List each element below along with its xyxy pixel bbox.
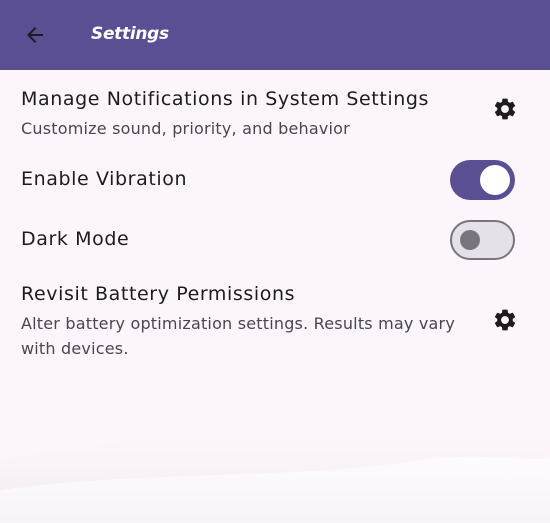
toggle-knob	[460, 230, 480, 250]
battery-settings-button[interactable]	[491, 306, 519, 334]
vibration-toggle[interactable]	[450, 160, 515, 200]
dark-mode-toggle[interactable]	[450, 220, 515, 260]
settings-row-dark-mode[interactable]: Dark Mode	[0, 210, 550, 270]
settings-row-notifications[interactable]: Manage Notifications in System Settings …	[0, 70, 550, 145]
notifications-subtitle: Customize sound, priority, and behavior	[21, 119, 350, 138]
settings-row-battery[interactable]: Revisit Battery Permissions Alter batter…	[0, 270, 550, 365]
vibration-title: Enable Vibration	[21, 168, 188, 190]
dark-mode-title: Dark Mode	[21, 228, 130, 250]
battery-subtitle-line2: with devices.	[21, 339, 129, 358]
background-wave	[0, 425, 550, 523]
page-title: Settings	[91, 24, 169, 44]
notifications-title: Manage Notifications in System Settings	[21, 88, 430, 110]
app-bar: Settings	[0, 0, 550, 70]
battery-subtitle-line1: Alter battery optimization settings. Res…	[21, 314, 455, 333]
back-button[interactable]	[20, 20, 50, 50]
battery-title: Revisit Battery Permissions	[21, 283, 296, 305]
settings-row-vibration[interactable]: Enable Vibration	[0, 150, 550, 210]
gear-icon	[494, 309, 516, 331]
arrow-left-icon	[27, 27, 43, 43]
notifications-settings-button[interactable]	[491, 95, 519, 123]
gear-icon	[494, 98, 516, 120]
toggle-knob	[480, 165, 510, 195]
